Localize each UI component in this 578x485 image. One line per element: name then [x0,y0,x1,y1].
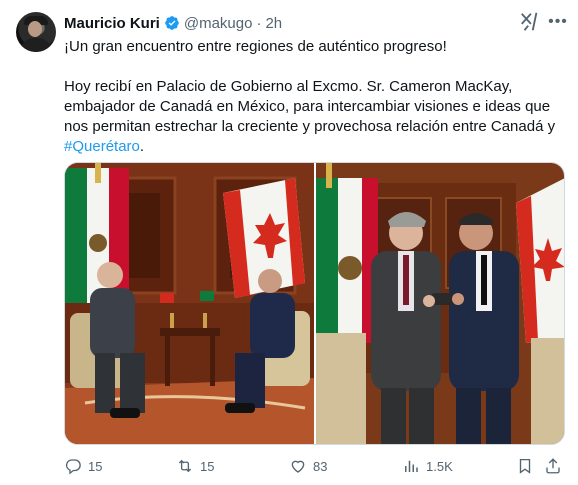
bookmark-button[interactable] [516,455,534,477]
tweet-body-text: Hoy recibí en Palacio de Gobierno al Exc… [64,78,556,135]
hashtag-link[interactable]: #Querétaro [64,138,140,155]
tweet-header: Mauricio Kuri @makugo · 2h [64,13,282,33]
repost-icon [178,459,192,473]
reply-count: 15 [88,458,103,474]
bookmark-icon [519,458,531,474]
like-icon [291,460,305,473]
repost-count: 15 [200,458,215,474]
author-handle[interactable]: @makugo [184,15,253,32]
repost-button[interactable]: 15 [176,455,214,477]
tweet-body-end: . [139,138,145,155]
photo-left[interactable] [65,163,314,444]
tweet-text: ¡Un gran encuentro entre regiones de aut… [64,37,564,157]
media-gallery [64,162,565,445]
grok-icon[interactable] [519,11,541,33]
views-button[interactable]: 1.5K [402,455,453,477]
like-button[interactable]: 83 [289,455,327,477]
reply-button[interactable]: 15 [64,455,102,477]
reply-icon [65,459,81,475]
separator-dot: · [256,14,262,32]
photo-right[interactable] [316,163,564,444]
views-count: 1.5K [426,458,453,474]
tweet-body: Hoy recibí en Palacio de Gobierno al Exc… [64,77,564,157]
views-icon [405,460,418,472]
verified-badge-icon [165,16,179,30]
share-icon [546,458,560,474]
author-name[interactable]: Mauricio Kuri [64,15,160,32]
share-button[interactable] [544,455,562,477]
avatar[interactable] [16,12,56,52]
tweet-line-1: ¡Un gran encuentro entre regiones de aut… [64,38,447,55]
timestamp[interactable]: 2h [265,15,282,32]
action-bar: 15 15 83 1.5K [64,455,564,477]
tweet-card[interactable]: Mauricio Kuri @makugo · 2h ••• ¡Un gran … [0,0,578,485]
more-options-icon[interactable]: ••• [548,11,568,33]
like-count: 83 [313,458,328,474]
